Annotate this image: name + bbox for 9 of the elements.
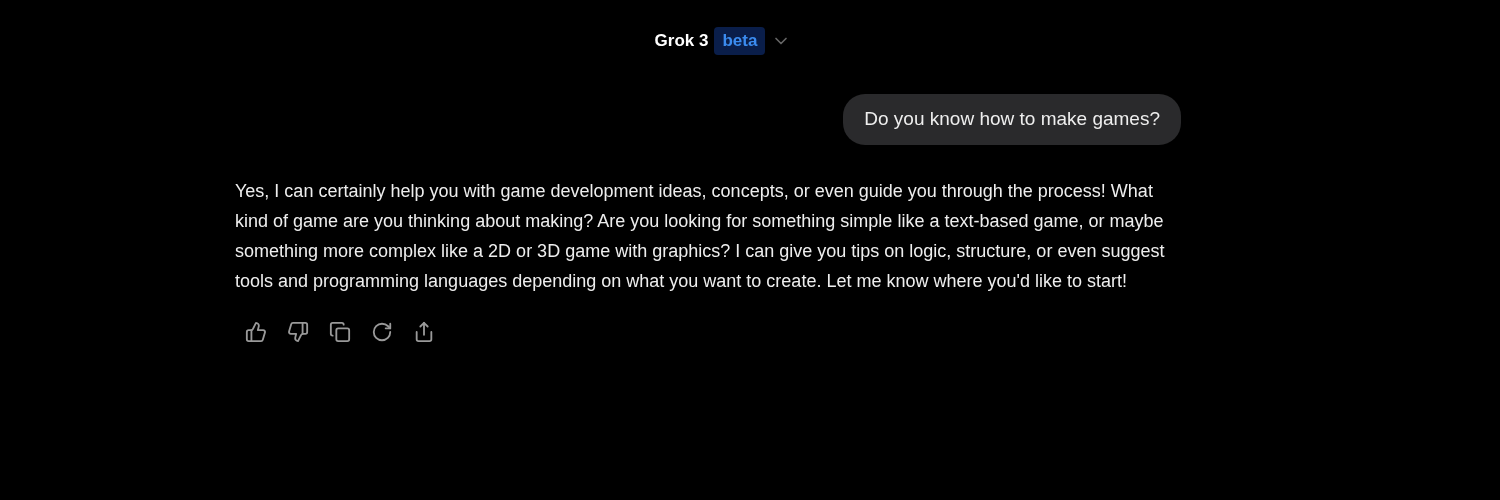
assistant-message: Yes, I can certainly help you with game development ideas, concepts, or even guide you through the process! What kind of game are you thinking about making? Are you looking for something simple like a text-based game, or maybe something more complex like a 2D or 3D game with graphics? I can give you tips on logic, structure, or even suggest tools and programming languages depending on what you want to create. Let me know where you'd like to start! [235, 179, 1166, 293]
thumbs-up-icon[interactable] [245, 320, 267, 343]
user-message-bubble: Do you know how to make games? [843, 94, 1181, 145]
thumbs-down-icon[interactable] [287, 320, 309, 343]
regenerate-icon[interactable] [371, 320, 393, 343]
model-name: Grok 3 [654, 30, 709, 53]
beta-badge: beta [714, 27, 766, 55]
share-icon[interactable] [413, 320, 435, 343]
copy-icon[interactable] [329, 320, 351, 343]
